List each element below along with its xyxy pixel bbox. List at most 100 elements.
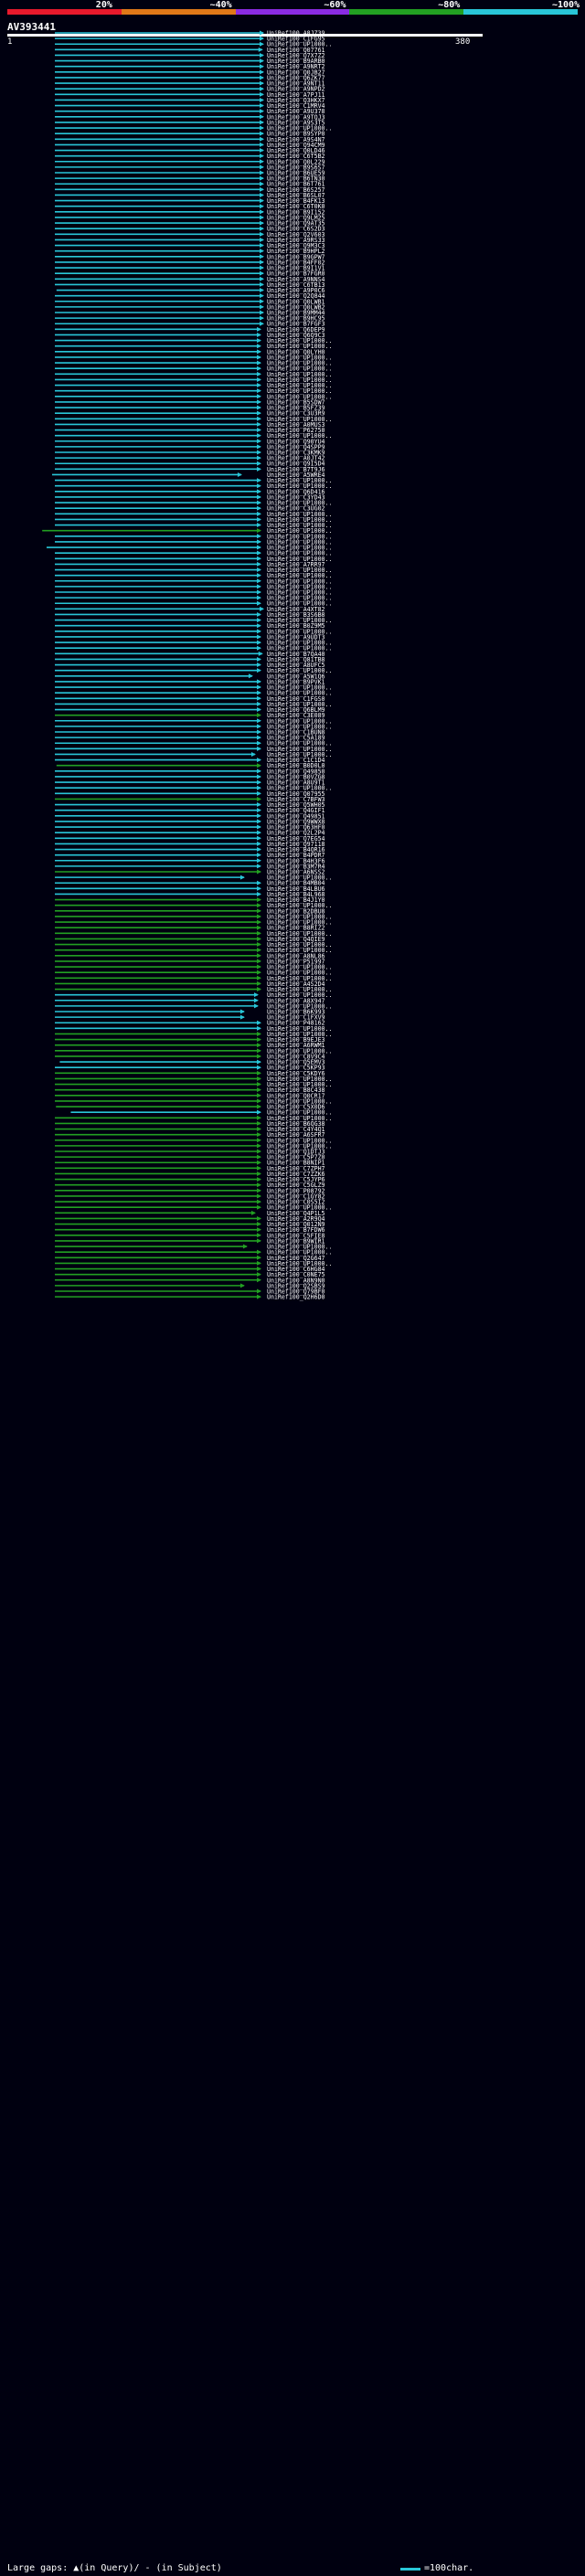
hit-arrow xyxy=(256,1020,261,1025)
alignment-plot: UniRef100_A8JZ39UniRef100_C1FG95UniRef10… xyxy=(42,30,332,1301)
hit-arrow xyxy=(256,684,261,690)
hit-arrow xyxy=(256,1171,261,1176)
hit-arrow xyxy=(256,589,261,595)
hit-arrow xyxy=(260,114,264,120)
hit-arrow xyxy=(256,505,261,511)
hit-arrow xyxy=(260,41,264,47)
hit-arrow xyxy=(239,1014,245,1020)
hit-arrow xyxy=(256,1165,261,1171)
hit-arrow xyxy=(256,1065,261,1070)
hit-arrow xyxy=(256,1025,261,1031)
hit-arrow xyxy=(256,600,261,606)
hit-arrow xyxy=(253,998,259,1003)
hit-arrow xyxy=(256,332,261,337)
hit-arrow xyxy=(256,679,261,684)
hit-arrow xyxy=(256,975,261,981)
hit-arrow xyxy=(260,209,264,215)
hit-arrow xyxy=(256,623,261,629)
hit-arrow xyxy=(256,942,261,948)
hit-arrow xyxy=(256,758,261,763)
footer: Large gaps: ▲(in Query)/ - (in Subject) … xyxy=(0,2560,585,2576)
hit-arrow xyxy=(256,1177,261,1182)
hit-arrow xyxy=(256,1267,261,1272)
hit-row[interactable]: UniRef100_Q2H6D0 xyxy=(55,1294,325,1301)
hit-arrow xyxy=(260,281,264,287)
hit-arrow xyxy=(256,903,261,908)
hit-arrow xyxy=(256,439,261,444)
hit-arrow xyxy=(256,344,261,349)
hit-arrow xyxy=(256,914,261,919)
hit-arrow xyxy=(256,824,261,830)
hit-arrow xyxy=(256,1043,261,1048)
hit-arrow xyxy=(239,1283,245,1288)
hit-arrow xyxy=(256,740,261,746)
hit-arrow xyxy=(256,880,261,885)
hit-arrow xyxy=(256,383,261,388)
hit-arrow xyxy=(256,735,261,740)
hit-arrow xyxy=(250,751,256,757)
hit-arrow xyxy=(256,668,261,673)
hit-arrow xyxy=(256,897,261,903)
hit-arrow xyxy=(256,1149,261,1154)
hit-arrow xyxy=(260,220,264,226)
hit-arrow xyxy=(260,606,264,611)
hit-arrow xyxy=(256,695,261,701)
hit-arrow xyxy=(256,355,261,360)
hit-arrow xyxy=(256,578,261,584)
hit-arrow xyxy=(256,556,261,561)
hit-arrow xyxy=(260,198,264,204)
hit-arrow xyxy=(237,472,242,477)
hit-arrow xyxy=(260,304,264,310)
hit-arrow xyxy=(256,461,261,466)
hit-arrow xyxy=(256,1288,261,1294)
hit-arrow xyxy=(239,875,245,880)
hit-arrow xyxy=(256,1104,261,1109)
hit-arrow xyxy=(260,181,264,186)
hit-arrow xyxy=(256,707,261,713)
hit-arrow xyxy=(260,136,264,142)
hit-arrow xyxy=(256,1193,261,1199)
hit-arrow xyxy=(256,790,261,796)
hit-arrow xyxy=(260,315,264,321)
hit-arrow xyxy=(256,785,261,790)
hit-arrow xyxy=(256,690,261,695)
hit-arrow xyxy=(256,539,261,545)
hit-arrow xyxy=(256,1160,261,1165)
hit-arrow xyxy=(256,1260,261,1266)
hit-arrow xyxy=(260,226,264,231)
hit-arrow xyxy=(256,550,261,556)
hit-arrow xyxy=(256,1059,261,1065)
hit-arrow xyxy=(256,1031,261,1036)
hit-arrow xyxy=(260,288,264,293)
hit-arrow xyxy=(256,1188,261,1193)
hit-arrow xyxy=(256,1238,261,1244)
hit-arrow xyxy=(256,338,261,344)
hit-arrow xyxy=(260,58,264,64)
hit-arrow xyxy=(256,1294,261,1299)
hit-arrow xyxy=(258,47,263,52)
hit-arrow xyxy=(256,561,261,567)
hit-arrow xyxy=(260,75,264,80)
hit-arrow xyxy=(256,1098,261,1104)
hit-arrow xyxy=(260,120,264,125)
hit-arrow xyxy=(258,651,263,656)
hit-arrow xyxy=(256,376,261,382)
hit-arrow xyxy=(256,1143,261,1149)
hit-arrow xyxy=(253,1003,259,1009)
hit-arrow xyxy=(256,959,261,964)
hit-arrow xyxy=(256,428,261,433)
hit-arrow xyxy=(256,925,261,930)
hit-arrow xyxy=(260,148,264,154)
hit-arrow xyxy=(256,421,261,427)
hit-arrow xyxy=(256,808,261,813)
hit-arrow xyxy=(260,186,264,192)
hit-arrow xyxy=(256,885,261,891)
hit-arrow xyxy=(256,769,261,774)
hit-arrow xyxy=(256,1132,261,1138)
hit-arrow xyxy=(256,371,261,376)
hit-arrow xyxy=(256,450,261,455)
hit-arrow xyxy=(256,584,261,589)
hit-arrow xyxy=(256,326,261,332)
hit-arrow xyxy=(256,948,261,953)
hit-arrow xyxy=(250,1210,256,1215)
